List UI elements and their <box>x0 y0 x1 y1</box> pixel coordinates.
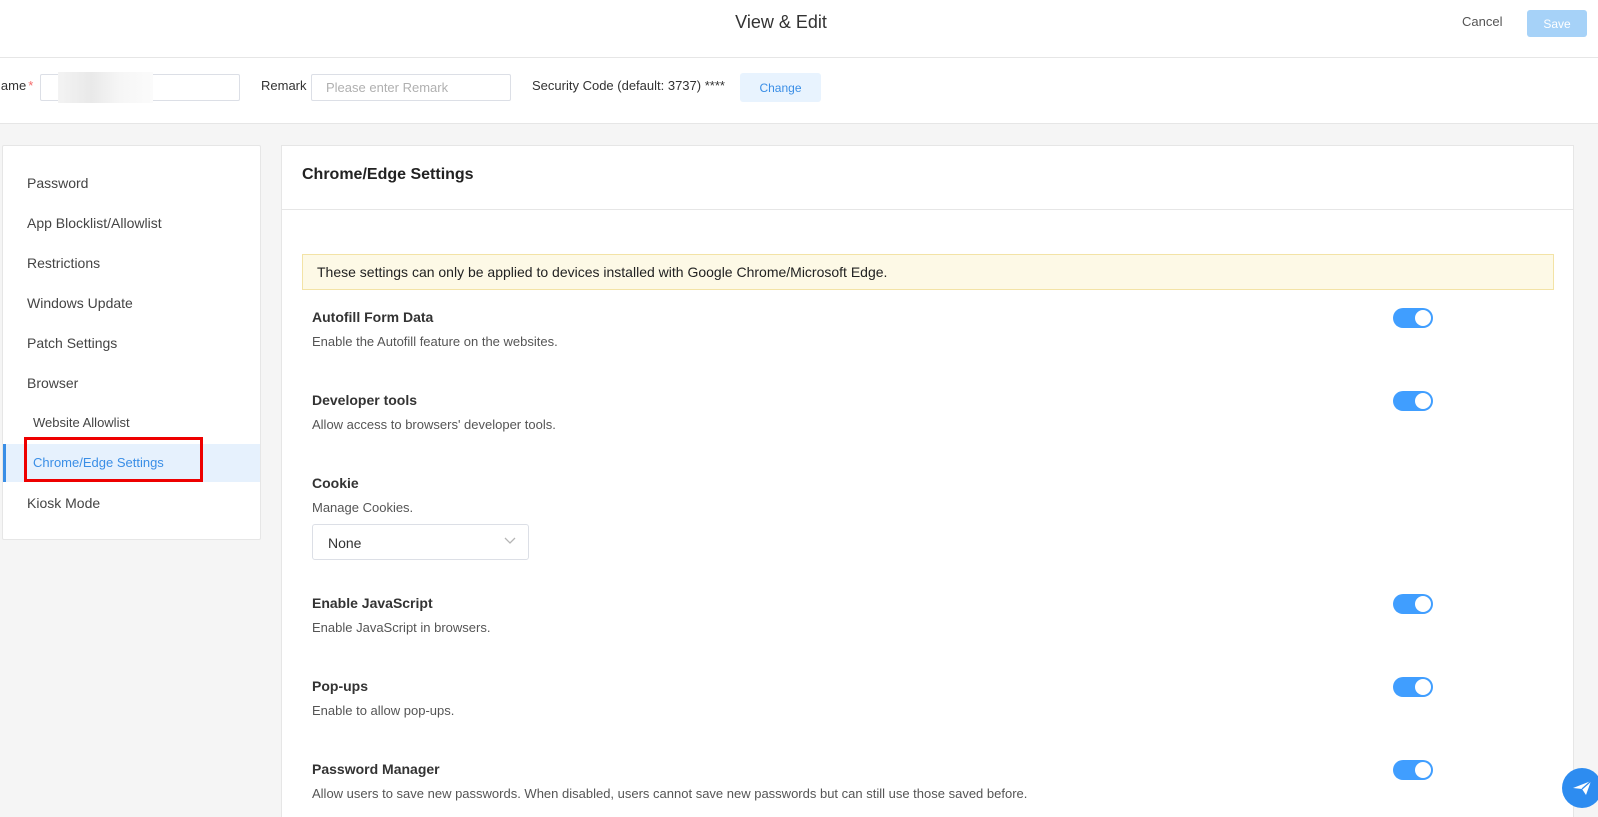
setting-description: Enable to allow pop-ups. <box>312 703 455 718</box>
setting-autofill: Autofill Form Data Enable the Autofill f… <box>312 309 1412 349</box>
setting-javascript: Enable JavaScript Enable JavaScript in b… <box>312 595 1412 635</box>
setting-description: Manage Cookies. <box>312 500 414 515</box>
panel-title: Chrome/Edge Settings <box>302 166 474 183</box>
cancel-button[interactable]: Cancel <box>1462 14 1502 29</box>
setting-title: Enable JavaScript <box>312 595 433 611</box>
sidebar-item-kiosk-mode[interactable]: Kiosk Mode <box>3 484 260 522</box>
setting-title: Autofill Form Data <box>312 309 434 325</box>
security-code-text: Security Code (default: 3737) **** <box>532 78 725 93</box>
setting-title: Developer tools <box>312 392 418 408</box>
name-label: lame * <box>0 78 34 93</box>
remark-label: Remark <box>261 78 307 93</box>
change-security-code-button[interactable]: Change <box>740 73 821 102</box>
setting-description: Allow users to save new passwords. When … <box>312 786 1028 801</box>
notice-banner: These settings can only be applied to de… <box>302 254 1554 290</box>
redacted-name-value <box>58 72 153 103</box>
setting-popups: Pop-ups Enable to allow pop-ups. <box>312 678 1412 718</box>
page-title: View & Edit <box>735 12 827 32</box>
required-marker: * <box>28 78 34 93</box>
autofill-toggle[interactable] <box>1393 308 1433 328</box>
floating-action-button[interactable] <box>1562 768 1598 808</box>
setting-cookie: Cookie Manage Cookies. <box>312 475 1412 515</box>
top-bar: View & Edit Cancel Save <box>0 0 1598 58</box>
setting-developer-tools: Developer tools Allow access to browsers… <box>312 392 1412 432</box>
setting-title: Password Manager <box>312 761 440 777</box>
save-button[interactable]: Save <box>1527 10 1587 37</box>
sidebar-item-windows-update[interactable]: Windows Update <box>3 284 260 322</box>
main-panel: Chrome/Edge Settings These settings can … <box>281 145 1574 817</box>
setting-password-manager: Password Manager Allow users to save new… <box>312 761 1412 801</box>
sidebar-item-website-allowlist[interactable]: Website Allowlist <box>3 404 260 442</box>
popups-toggle[interactable] <box>1393 677 1433 697</box>
send-icon <box>1573 780 1592 795</box>
cookie-select[interactable]: None <box>312 524 529 560</box>
password-manager-toggle[interactable] <box>1393 760 1433 780</box>
sidebar-item-restrictions[interactable]: Restrictions <box>3 244 260 282</box>
setting-description: Enable the Autofill feature on the websi… <box>312 334 558 349</box>
javascript-toggle[interactable] <box>1393 594 1433 614</box>
panel-divider <box>282 209 1573 210</box>
setting-description: Allow access to browsers' developer tool… <box>312 417 556 432</box>
sidebar-item-browser[interactable]: Browser <box>3 364 260 402</box>
setting-title: Pop-ups <box>312 678 368 694</box>
sidebar-item-app-blocklist[interactable]: App Blocklist/Allowlist <box>3 204 260 242</box>
setting-description: Enable JavaScript in browsers. <box>312 620 491 635</box>
settings-sidebar: Password App Blocklist/Allowlist Restric… <box>2 145 261 540</box>
chevron-down-icon <box>504 537 516 544</box>
remark-input[interactable] <box>311 74 511 101</box>
sidebar-item-password[interactable]: Password <box>3 164 260 202</box>
sidebar-item-chrome-edge-settings[interactable]: Chrome/Edge Settings <box>3 444 260 482</box>
device-form-row: lame* Remark Security Code (default: 373… <box>0 58 1598 124</box>
sidebar-item-patch-settings[interactable]: Patch Settings <box>3 324 260 362</box>
setting-title: Cookie <box>312 475 359 491</box>
cookie-select-value: None <box>328 535 362 551</box>
developer-tools-toggle[interactable] <box>1393 391 1433 411</box>
